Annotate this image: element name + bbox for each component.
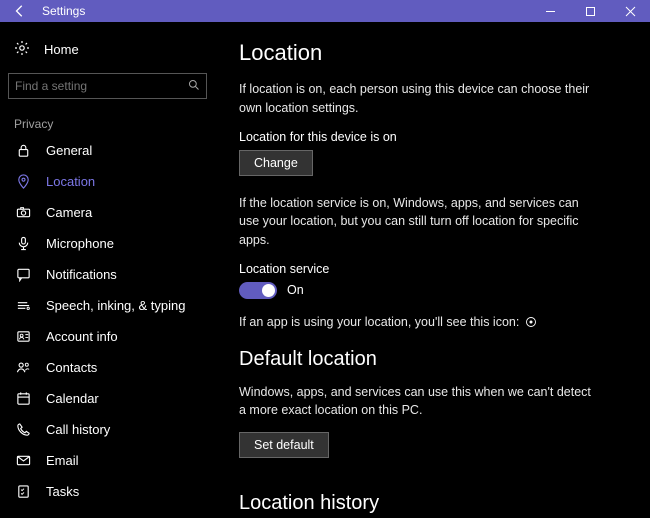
search-box[interactable] (8, 73, 207, 99)
location-usage-icon (525, 316, 537, 328)
account-icon (14, 329, 32, 344)
lock-icon (14, 143, 32, 158)
sidebar-item-label: Camera (46, 205, 92, 220)
sidebar-item-label: Email (46, 453, 79, 468)
maximize-button[interactable] (570, 0, 610, 22)
sidebar-item-label: Speech, inking, & typing (46, 298, 185, 313)
icon-line: If an app is using your location, you'll… (239, 313, 599, 332)
close-button[interactable] (610, 0, 650, 22)
toggle-state: On (287, 283, 304, 297)
sidebar-item-label: Location (46, 174, 95, 189)
content-area: Location If location is on, each person … (215, 22, 650, 518)
service-description: If the location service is on, Windows, … (239, 194, 599, 250)
location-service-toggle[interactable] (239, 282, 277, 299)
section-label: Privacy (8, 109, 207, 135)
window-title: Settings (42, 4, 85, 18)
gear-icon (14, 40, 30, 59)
sidebar-item-location[interactable]: Location (8, 166, 207, 197)
sidebar-item-callhistory[interactable]: Call history (8, 414, 207, 445)
sidebar-item-microphone[interactable]: Microphone (8, 228, 207, 259)
default-location-description: Windows, apps, and services can use this… (239, 383, 599, 421)
sidebar: Home Privacy General Location Camera Mic… (0, 22, 215, 518)
sidebar-item-tasks[interactable]: Tasks (8, 476, 207, 507)
page-title: Location (239, 40, 626, 66)
sidebar-item-account[interactable]: Account info (8, 321, 207, 352)
sidebar-item-label: Microphone (46, 236, 114, 251)
sidebar-item-label: Notifications (46, 267, 117, 282)
search-input[interactable] (15, 79, 188, 93)
sidebar-item-calendar[interactable]: Calendar (8, 383, 207, 414)
back-button[interactable] (0, 0, 40, 22)
speech-icon (14, 298, 32, 313)
location-description: If location is on, each person using thi… (239, 80, 599, 118)
sidebar-item-label: Call history (46, 422, 110, 437)
sidebar-item-label: General (46, 143, 92, 158)
home-button[interactable]: Home (8, 32, 207, 67)
minimize-button[interactable] (530, 0, 570, 22)
sidebar-item-label: Calendar (46, 391, 99, 406)
phone-icon (14, 422, 32, 437)
sidebar-item-contacts[interactable]: Contacts (8, 352, 207, 383)
email-icon (14, 453, 32, 468)
change-button[interactable]: Change (239, 150, 313, 176)
tasks-icon (14, 484, 32, 499)
sidebar-item-camera[interactable]: Camera (8, 197, 207, 228)
sidebar-item-label: Contacts (46, 360, 97, 375)
calendar-icon (14, 391, 32, 406)
sidebar-item-label: Tasks (46, 484, 79, 499)
sidebar-item-general[interactable]: General (8, 135, 207, 166)
location-history-heading: Location history (239, 492, 626, 515)
sidebar-item-email[interactable]: Email (8, 445, 207, 476)
default-location-heading: Default location (239, 348, 626, 371)
contacts-icon (14, 360, 32, 375)
search-icon (188, 79, 200, 94)
notifications-icon (14, 267, 32, 282)
sidebar-item-notifications[interactable]: Notifications (8, 259, 207, 290)
sidebar-item-speech[interactable]: Speech, inking, & typing (8, 290, 207, 321)
sidebar-item-label: Account info (46, 329, 118, 344)
title-bar: Settings (0, 0, 650, 22)
device-status: Location for this device is on (239, 130, 626, 144)
location-icon (14, 174, 32, 189)
home-label: Home (44, 42, 79, 57)
camera-icon (14, 205, 32, 220)
service-label: Location service (239, 262, 626, 276)
set-default-button[interactable]: Set default (239, 432, 329, 458)
microphone-icon (14, 236, 32, 251)
